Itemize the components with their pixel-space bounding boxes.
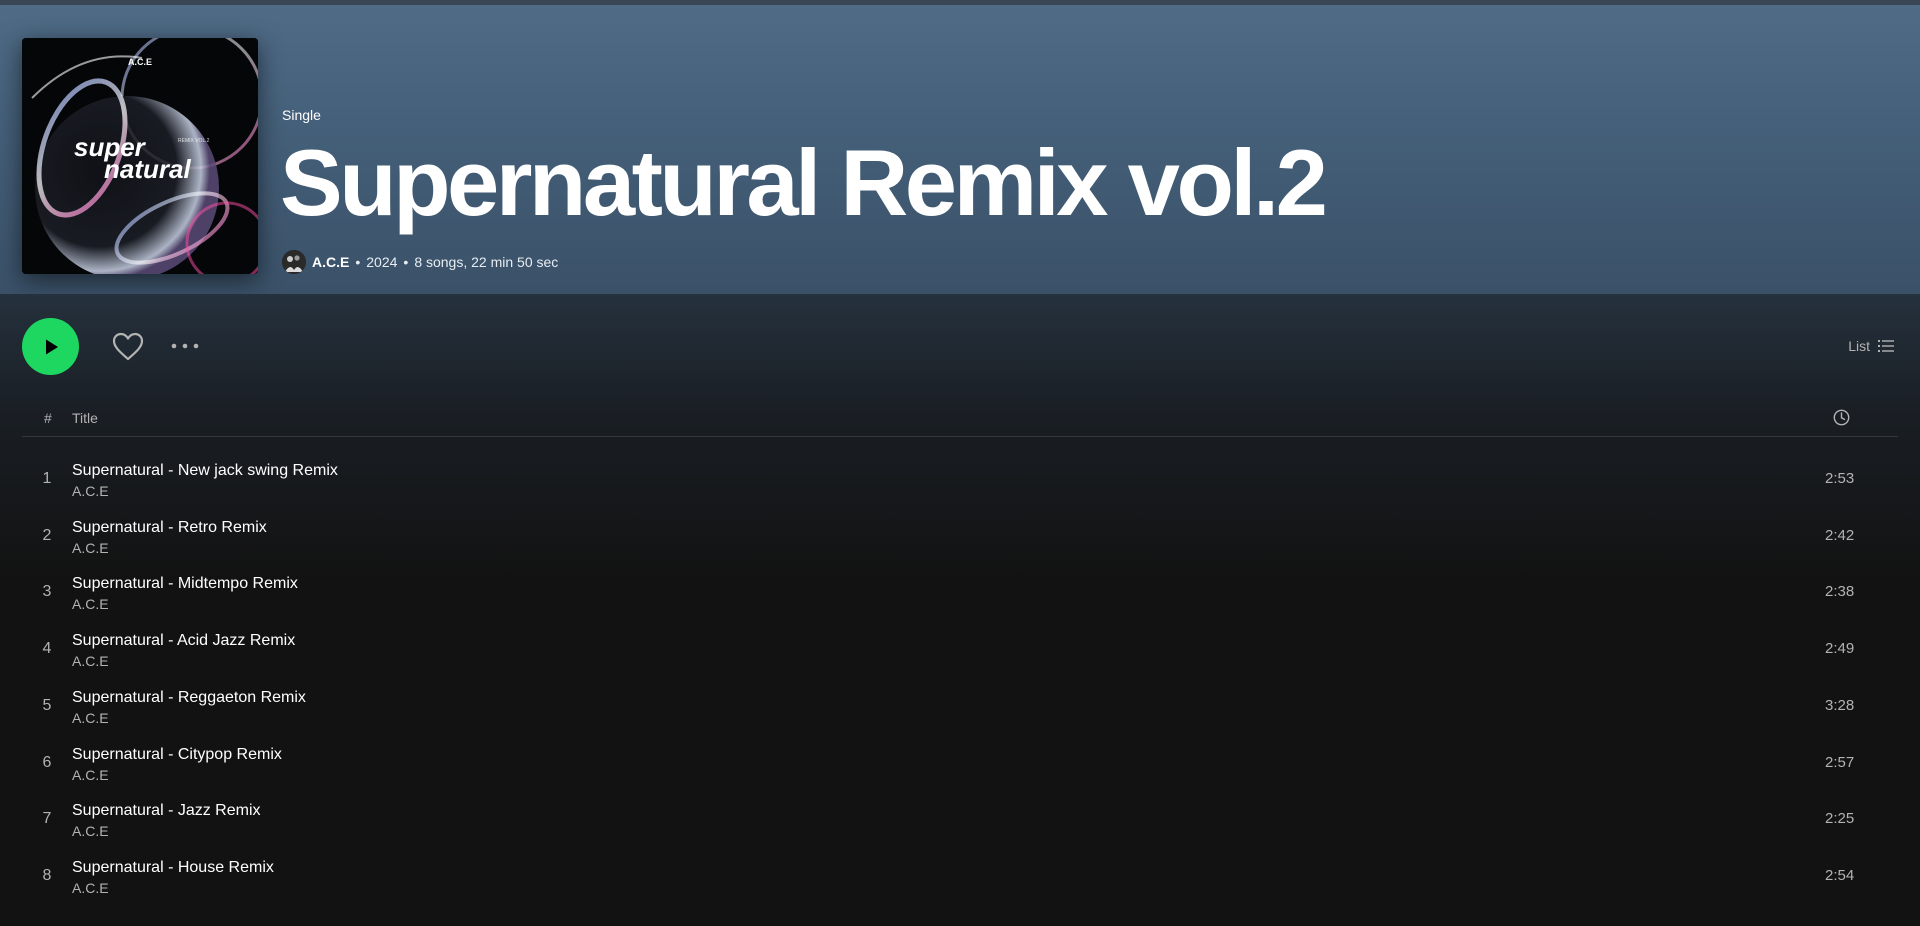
track-row[interactable]: 3 Supernatural - Midtempo Remix A.C.E 2:… <box>22 566 1898 622</box>
track-number: 1 <box>42 470 52 487</box>
meta-separator: • <box>355 254 361 270</box>
track-number: 2 <box>42 527 52 544</box>
more-options-button[interactable] <box>168 333 202 359</box>
track-artist[interactable]: A.C.E <box>72 596 109 612</box>
like-button[interactable] <box>110 329 146 365</box>
track-duration: 2:57 <box>1825 754 1855 771</box>
column-number: # <box>44 410 52 426</box>
track-title[interactable]: Supernatural - House Remix <box>72 859 274 877</box>
cover-subtext: REMIX VOL.2 <box>178 138 210 144</box>
artist-link[interactable]: A.C.E <box>312 254 349 270</box>
track-title[interactable]: Supernatural - Retro Remix <box>72 519 267 537</box>
track-artist[interactable]: A.C.E <box>72 880 109 896</box>
view-mode-label: List <box>1848 338 1870 354</box>
play-icon <box>45 339 58 354</box>
column-title: Title <box>72 410 98 426</box>
album-header: A.C.E super natural REMIX VOL.2 Single S… <box>0 5 1920 294</box>
track-title[interactable]: Supernatural - Jazz Remix <box>72 802 261 820</box>
track-artist[interactable]: A.C.E <box>72 710 109 726</box>
track-title[interactable]: Supernatural - Reggaeton Remix <box>72 689 306 707</box>
cover-text-bottom: natural <box>104 154 191 184</box>
album-page: A.C.E super natural REMIX VOL.2 Single S… <box>0 0 1920 926</box>
track-number: 4 <box>42 640 52 657</box>
album-cover: A.C.E super natural REMIX VOL.2 <box>22 38 258 274</box>
track-duration: 3:28 <box>1825 697 1855 714</box>
album-meta: A.C.E • 2024 • 8 songs, 22 min 50 sec <box>282 250 558 274</box>
album-summary: 8 songs, 22 min 50 sec <box>414 254 559 270</box>
track-row[interactable]: 2 Supernatural - Retro Remix A.C.E 2:42 <box>22 510 1898 566</box>
track-number: 6 <box>42 754 52 771</box>
track-row[interactable]: 1 Supernatural - New jack swing Remix A.… <box>22 453 1898 509</box>
list-view-icon <box>1878 340 1894 352</box>
track-duration: 2:54 <box>1825 867 1855 884</box>
track-artist[interactable]: A.C.E <box>72 483 109 499</box>
view-mode-toggle[interactable]: List <box>1848 335 1894 357</box>
track-row[interactable]: 7 Supernatural - Jazz Remix A.C.E 2:25 <box>22 793 1898 849</box>
track-artist[interactable]: A.C.E <box>72 653 109 669</box>
cover-logo: A.C.E <box>128 57 152 67</box>
meta-separator: • <box>403 254 409 270</box>
clock-icon <box>1833 409 1850 426</box>
track-duration: 2:53 <box>1825 470 1855 487</box>
track-duration: 2:49 <box>1825 640 1855 657</box>
release-type: Single <box>282 107 321 123</box>
release-year: 2024 <box>366 254 398 270</box>
track-duration: 2:38 <box>1825 583 1855 600</box>
column-duration <box>1833 409 1850 429</box>
track-artist[interactable]: A.C.E <box>72 767 109 783</box>
album-title: Supernatural Remix vol.2 <box>280 130 1328 235</box>
track-number: 5 <box>42 697 52 714</box>
track-number: 7 <box>42 810 52 827</box>
track-title[interactable]: Supernatural - Citypop Remix <box>72 746 282 764</box>
track-artist[interactable]: A.C.E <box>72 823 109 839</box>
track-duration: 2:25 <box>1825 810 1855 827</box>
track-row[interactable]: 8 Supernatural - House Remix A.C.E 2:54 <box>22 850 1898 906</box>
track-title[interactable]: Supernatural - New jack swing Remix <box>72 462 338 480</box>
track-number: 3 <box>42 583 52 600</box>
track-row[interactable]: 4 Supernatural - Acid Jazz Remix A.C.E 2… <box>22 623 1898 679</box>
track-row[interactable]: 5 Supernatural - Reggaeton Remix A.C.E 3… <box>22 680 1898 736</box>
heart-icon <box>112 332 144 361</box>
track-number: 8 <box>42 867 52 884</box>
track-title[interactable]: Supernatural - Acid Jazz Remix <box>72 632 295 650</box>
track-row[interactable]: 6 Supernatural - Citypop Remix A.C.E 2:5… <box>22 737 1898 793</box>
more-options-icon <box>171 343 199 349</box>
artist-avatar[interactable] <box>282 250 306 274</box>
album-cover-art: A.C.E super natural REMIX VOL.2 <box>22 38 258 274</box>
track-artist[interactable]: A.C.E <box>72 540 109 556</box>
track-duration: 2:42 <box>1825 527 1855 544</box>
tracklist-header: # Title <box>22 404 1898 437</box>
play-button[interactable] <box>22 318 79 375</box>
track-title[interactable]: Supernatural - Midtempo Remix <box>72 575 298 593</box>
